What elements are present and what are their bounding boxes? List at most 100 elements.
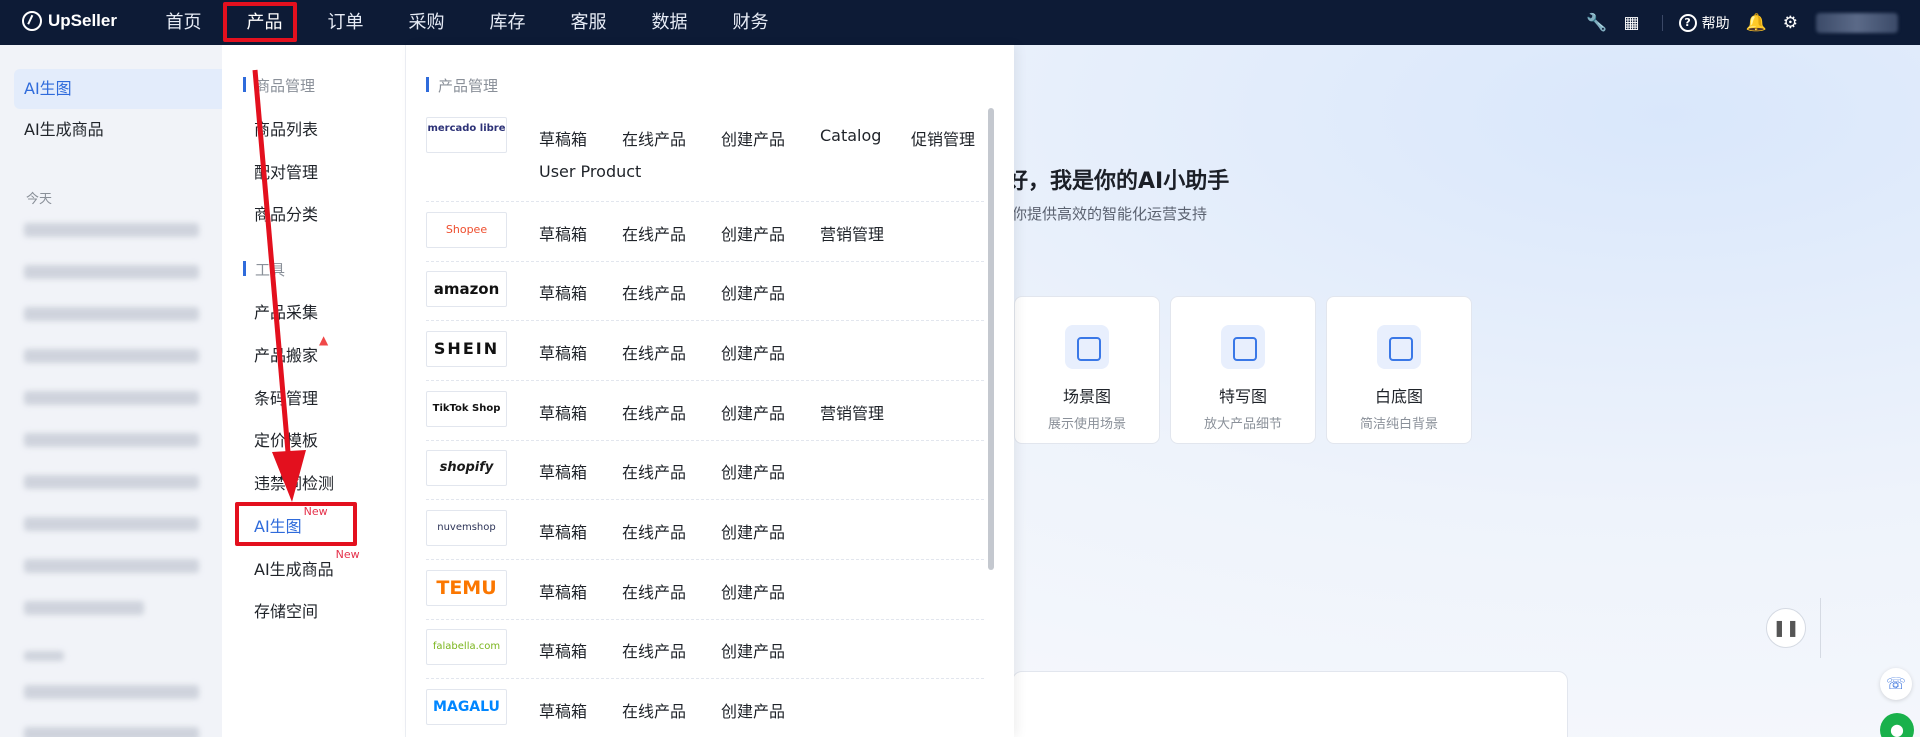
user-account-blurred[interactable] — [1816, 12, 1898, 33]
prompt-input-box[interactable] — [1012, 671, 1568, 737]
nav-item-customer-service[interactable]: 客服 — [548, 0, 629, 45]
headset-support-icon[interactable]: ☏ — [1880, 668, 1912, 700]
link-catalog[interactable]: Catalog — [820, 126, 881, 145]
menu-item-product-list[interactable]: 商品列表 — [254, 116, 318, 140]
link-create-product[interactable]: 创建产品 — [721, 519, 785, 543]
brand-logo[interactable]: UpSeller — [22, 11, 117, 31]
history-item-blurred[interactable] — [24, 685, 199, 699]
link-drafts[interactable]: 草稿箱 — [539, 126, 587, 150]
history-item-blurred[interactable] — [24, 391, 199, 405]
card-scene-image[interactable]: 场景图 展示使用场景 — [1014, 296, 1160, 444]
annotation-highlight-box — [223, 2, 297, 42]
history-item-blurred[interactable] — [24, 601, 144, 615]
link-drafts[interactable]: 草稿箱 — [539, 638, 587, 662]
falabella-logo: falabella.com — [426, 629, 507, 665]
history-item-blurred[interactable] — [24, 265, 199, 279]
link-create-product[interactable]: 创建产品 — [721, 459, 785, 483]
link-drafts[interactable]: 草稿箱 — [539, 340, 587, 364]
nav-item-orders[interactable]: 订单 — [305, 0, 386, 45]
link-create-product[interactable]: 创建产品 — [721, 400, 785, 424]
menu-item-prohibited-words[interactable]: 违禁词检测 — [254, 470, 334, 494]
link-drafts[interactable]: 草稿箱 — [539, 221, 587, 245]
history-item-blurred[interactable] — [24, 433, 199, 447]
nav-item-home[interactable]: 首页 — [143, 0, 224, 45]
link-drafts[interactable]: 草稿箱 — [539, 579, 587, 603]
link-online-products[interactable]: 在线产品 — [622, 400, 686, 424]
nav-item-finance[interactable]: 财务 — [710, 0, 791, 45]
card-title: 白底图 — [1374, 387, 1423, 406]
history-item-blurred[interactable] — [24, 475, 199, 489]
link-online-products[interactable]: 在线产品 — [622, 579, 686, 603]
white-square-icon — [1377, 325, 1421, 369]
platform-row-tiktok-shop: TikTok Shop 草稿箱 在线产品 创建产品 营销管理 — [426, 391, 984, 441]
bell-icon[interactable]: 🔔 — [1746, 13, 1767, 33]
link-marketing[interactable]: 营销管理 — [820, 400, 884, 424]
link-create-product[interactable]: 创建产品 — [721, 126, 785, 150]
pause-button[interactable]: ❚❚ — [1766, 608, 1806, 648]
menu-item-product-move[interactable]: 产品搬家▲ — [254, 333, 328, 366]
link-online-products[interactable]: 在线产品 — [622, 126, 686, 150]
card-closeup-image[interactable]: 特写图 放大产品细节 — [1170, 296, 1316, 444]
amazon-logo: amazon — [426, 271, 507, 307]
menu-item-ai-product[interactable]: AI生成商品New — [254, 548, 360, 580]
link-user-product[interactable]: User Product — [539, 162, 641, 181]
link-create-product[interactable]: 创建产品 — [721, 579, 785, 603]
apps-grid-icon[interactable]: ▦ — [1624, 13, 1640, 33]
link-drafts[interactable]: 草稿箱 — [539, 519, 587, 543]
link-drafts[interactable]: 草稿箱 — [539, 400, 587, 424]
assistant-greeting: 好，我是你的AI小助手 — [1006, 169, 1230, 194]
sidebar-item-ai-product[interactable]: AI生成商品 — [14, 110, 222, 150]
wrench-icon[interactable]: 🔧 — [1586, 13, 1607, 33]
history-item-blurred[interactable] — [24, 517, 199, 531]
link-create-product[interactable]: 创建产品 — [721, 698, 785, 722]
history-item-blurred[interactable] — [24, 349, 199, 363]
link-online-products[interactable]: 在线产品 — [622, 459, 686, 483]
link-create-product[interactable]: 创建产品 — [721, 340, 785, 364]
link-online-products[interactable]: 在线产品 — [622, 280, 686, 304]
platform-row-magalu: MAGALU 草稿箱 在线产品 创建产品 — [426, 689, 984, 737]
nav-item-data[interactable]: 数据 — [629, 0, 710, 45]
sidebar-item-ai-image[interactable]: AI生图 — [14, 69, 222, 109]
menu-item-product-collect[interactable]: 产品采集 — [254, 299, 318, 323]
history-item-blurred[interactable] — [24, 559, 199, 573]
menu-section-title: 工具 — [243, 259, 285, 280]
platform-row-shopify: shopify 草稿箱 在线产品 创建产品 — [426, 450, 984, 500]
link-online-products[interactable]: 在线产品 — [622, 638, 686, 662]
link-marketing[interactable]: 营销管理 — [820, 221, 884, 245]
card-desc: 简洁纯白背景 — [1359, 417, 1438, 432]
help-button[interactable]: ? 帮助 — [1678, 13, 1730, 33]
card-title: 场景图 — [1062, 387, 1111, 406]
top-navigation-bar: UpSeller 首页 产品 订单 采购 库存 客服 数据 财务 🔧 ▦ ? 帮… — [0, 0, 1920, 45]
card-white-background[interactable]: 白底图 简洁纯白背景 — [1326, 296, 1472, 444]
link-drafts[interactable]: 草稿箱 — [539, 698, 587, 722]
history-item-blurred[interactable] — [24, 223, 199, 237]
history-item-blurred[interactable] — [24, 727, 199, 737]
menu-item-pricing-template[interactable]: 定价模板 — [254, 427, 318, 451]
link-online-products[interactable]: 在线产品 — [622, 698, 686, 722]
tiktok-shop-logo: TikTok Shop — [426, 391, 507, 427]
menu-item-category[interactable]: 商品分类 — [254, 201, 318, 225]
link-online-products[interactable]: 在线产品 — [622, 340, 686, 364]
link-create-product[interactable]: 创建产品 — [721, 638, 785, 662]
link-promotions[interactable]: 促销管理 — [911, 126, 975, 150]
card-desc: 放大产品细节 — [1203, 417, 1282, 432]
gear-icon[interactable]: ⚙ — [1783, 13, 1798, 33]
link-online-products[interactable]: 在线产品 — [622, 519, 686, 543]
menu-item-label: AI生成商品 — [254, 560, 334, 579]
link-drafts[interactable]: 草稿箱 — [539, 280, 587, 304]
link-online-products[interactable]: 在线产品 — [622, 221, 686, 245]
nav-item-purchasing[interactable]: 采购 — [386, 0, 467, 45]
menu-item-pairing[interactable]: 配对管理 — [254, 159, 318, 183]
temu-logo: TEMU — [426, 570, 507, 606]
history-item-blurred[interactable] — [24, 307, 199, 321]
menu-section-title: 商品管理 — [243, 75, 315, 96]
menu-scrollbar[interactable] — [988, 108, 994, 570]
menu-item-storage[interactable]: 存储空间 — [254, 598, 318, 622]
link-create-product[interactable]: 创建产品 — [721, 221, 785, 245]
annotation-highlight-box — [235, 502, 357, 546]
menu-item-barcode[interactable]: 条码管理 — [254, 385, 318, 409]
help-label: 帮助 — [1701, 15, 1730, 32]
link-create-product[interactable]: 创建产品 — [721, 280, 785, 304]
link-drafts[interactable]: 草稿箱 — [539, 459, 587, 483]
nav-item-inventory[interactable]: 库存 — [467, 0, 548, 45]
